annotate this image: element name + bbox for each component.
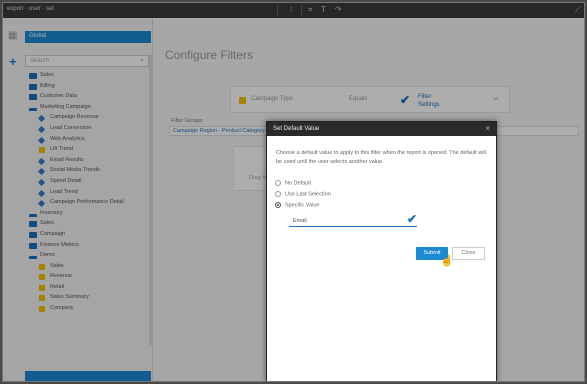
check-icon[interactable]: ✔ <box>407 212 417 226</box>
radio-button[interactable] <box>275 191 281 197</box>
close-button[interactable]: Close <box>452 247 485 260</box>
radio-option-last-selection[interactable]: Use Last Selection <box>275 191 331 197</box>
default-value-dialog: Set Default Value × Choose a default val… <box>266 121 497 381</box>
default-value-select[interactable]: Email <box>289 215 417 227</box>
radio-label: Specific Value <box>285 202 320 209</box>
radio-label: Use Last Selection <box>285 191 331 198</box>
app-window: export · user · set ⁝ ⌗ T ↷ ⟋ ▦ Global +… <box>2 2 585 382</box>
radio-label: No Default <box>285 180 311 187</box>
dialog-header: Set Default Value × <box>267 122 496 136</box>
dialog-description: Choose a default value to apply to this … <box>276 150 486 165</box>
radio-option-specific-value[interactable]: Specific Value <box>275 202 319 208</box>
radio-button-selected[interactable] <box>275 202 281 208</box>
hand-cursor-icon: ☝ <box>440 255 454 267</box>
close-icon[interactable]: × <box>485 124 490 133</box>
dialog-title: Set Default Value <box>273 126 320 132</box>
radio-button[interactable] <box>275 180 281 186</box>
radio-option-no-default[interactable]: No Default <box>275 180 311 186</box>
